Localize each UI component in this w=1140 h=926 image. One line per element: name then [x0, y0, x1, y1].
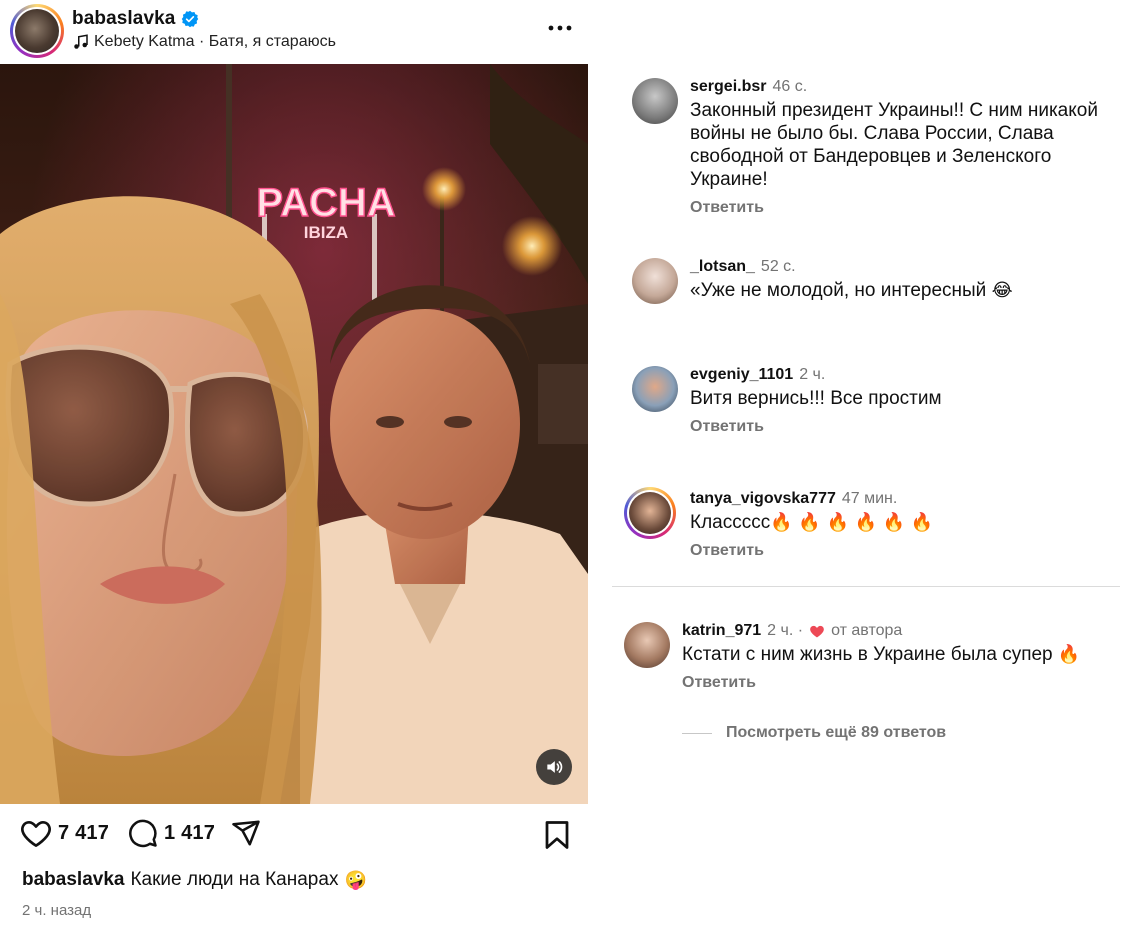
post-author-avatar[interactable]: [10, 4, 64, 58]
caption-text: Какие люди на Канарах: [130, 869, 339, 890]
more-options-icon[interactable]: [546, 18, 574, 38]
comment-text: «Уже не молодой, но интересный: [690, 280, 987, 301]
post-music[interactable]: Kebety Katma · Батя, я стараюсь: [72, 33, 336, 51]
view-more-label: Посмотреть ещё 89 ответов: [726, 724, 947, 741]
author-liked-heart-icon: [810, 625, 824, 638]
caption-emoji: 🤪: [344, 869, 367, 891]
comment-emoji: 😂: [991, 280, 1013, 301]
comment-time: 2 ч.: [799, 366, 826, 383]
reply-button[interactable]: Ответить: [690, 418, 1130, 436]
view-more-line: [682, 732, 712, 734]
comment-avatar[interactable]: [624, 487, 676, 539]
comment-icon: [129, 819, 157, 848]
comment-username[interactable]: sergei.bsr: [690, 78, 766, 96]
comment-time: 47 мин.: [841, 490, 898, 507]
comment-count: 1 417: [164, 821, 216, 844]
comment-username[interactable]: evgeniy_1101: [690, 366, 793, 384]
comment-button[interactable]: 1 417: [128, 818, 215, 848]
divider: [612, 586, 1120, 587]
reply-button[interactable]: Ответить: [690, 199, 1130, 217]
like-count: 7 417: [58, 821, 110, 844]
caption-username[interactable]: babaslavka: [22, 869, 124, 891]
comment-avatar[interactable]: [624, 622, 670, 668]
comment-text: Кстати с ним жизнь в Украине была супер: [682, 644, 1053, 665]
comment-text: Законный президент Украины!! С ним никак…: [690, 100, 1098, 190]
post-music-label: Kebety Katma · Батя, я стараюсь: [94, 33, 336, 50]
comment-emoji: 🔥 🔥 🔥 🔥 🔥 🔥: [770, 512, 934, 533]
share-button[interactable]: [230, 818, 262, 848]
like-button[interactable]: 7 417: [20, 818, 109, 848]
post-actions: 7 417 1 417: [20, 818, 580, 858]
comment-emoji: 🔥: [1057, 644, 1081, 665]
music-note-icon: [74, 34, 88, 49]
comment-avatar[interactable]: [632, 258, 678, 304]
bookmark-icon: [545, 821, 569, 849]
post-author-username[interactable]: babaslavka: [72, 8, 175, 30]
comment-username[interactable]: katrin_971: [682, 622, 761, 640]
reply-button[interactable]: Ответить: [682, 674, 1122, 692]
comment-time: 52 с.: [760, 258, 796, 275]
reply-button[interactable]: Ответить: [690, 542, 1130, 560]
post-photo[interactable]: PACHA IBIZA: [0, 64, 588, 804]
photo-scene: PACHA IBIZA: [0, 64, 588, 804]
post-caption: babaslavka Какие люди на Канарах 🤪: [22, 869, 367, 891]
comment-text: Витя вернись!!! Все простим: [690, 388, 942, 409]
save-button[interactable]: [544, 820, 570, 855]
comment-username[interactable]: _lotsan_: [690, 258, 755, 276]
comment-text: Классссс: [690, 512, 771, 533]
comment-avatar[interactable]: [632, 78, 678, 124]
heart-icon: [21, 821, 51, 848]
sound-toggle-button[interactable]: [536, 749, 572, 785]
comment-username[interactable]: tanya_vigovska777: [690, 490, 836, 508]
view-more-replies[interactable]: Посмотреть ещё 89 ответов: [682, 724, 946, 742]
comment-time: 46 с.: [772, 78, 808, 95]
post-time: 2 ч. назад: [22, 902, 92, 919]
author-liked-label: от автора: [831, 622, 903, 639]
send-icon: [232, 820, 260, 846]
verified-badge-icon: [182, 10, 199, 28]
speaker-icon: [547, 761, 563, 773]
comment-time: 2 ч. ·: [767, 622, 804, 639]
comment-avatar[interactable]: [632, 366, 678, 412]
post-header: babaslavka Kebety Katma · Батя, я стараю…: [10, 4, 588, 60]
